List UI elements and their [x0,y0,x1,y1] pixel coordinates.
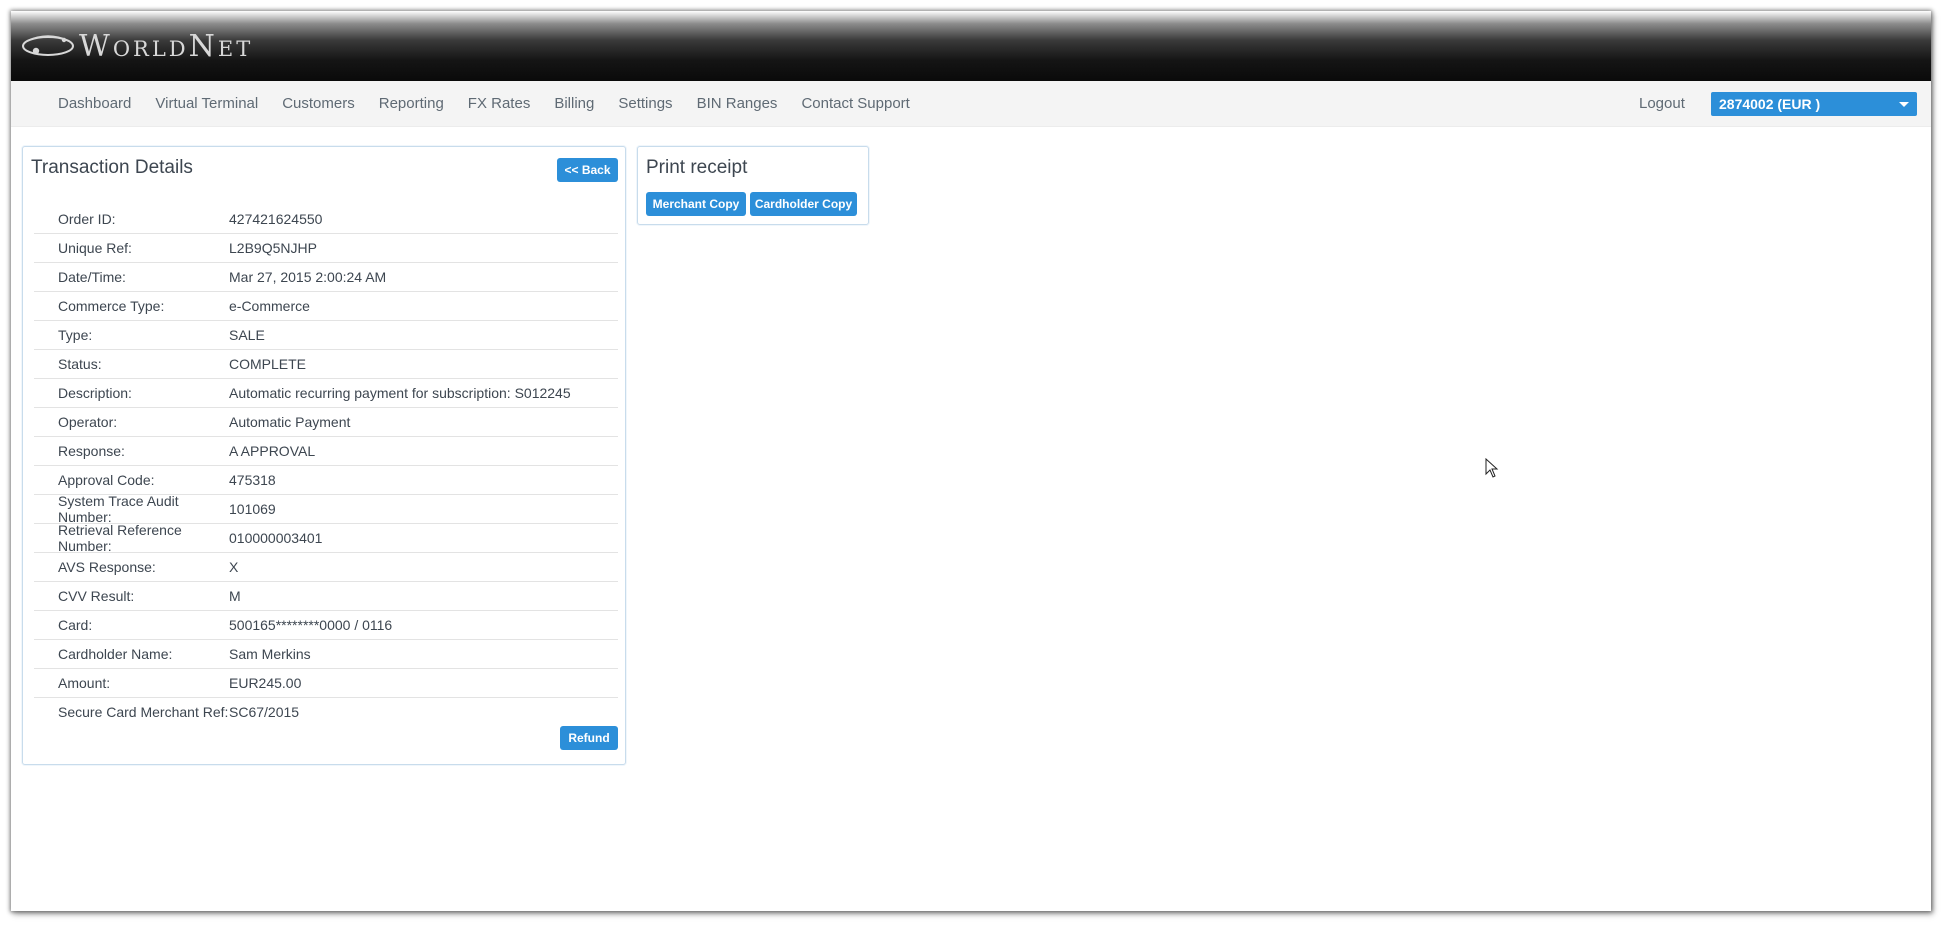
detail-value: Sam Merkins [229,646,311,662]
detail-row: Amount: EUR245.00 [34,669,618,698]
detail-label: Unique Ref: [58,240,132,256]
nav-menu: Dashboard Virtual Terminal Customers Rep… [46,81,922,126]
detail-value: SC67/2015 [229,704,300,720]
detail-label: Description: [58,385,132,401]
detail-value: M [229,588,241,604]
detail-label: Operator: [58,414,118,430]
nav-dashboard[interactable]: Dashboard [46,81,143,126]
detail-row: Cardholder Name: Sam Merkins [34,640,618,669]
detail-row: Order ID: 427421624550 [34,205,618,234]
detail-row: System Trace Audit Number: 101069 [34,493,618,525]
detail-value: A APPROVAL [229,443,316,459]
nav-settings[interactable]: Settings [606,81,684,126]
back-button[interactable]: << Back [557,158,618,182]
detail-value: 500165********0000 / 0116 [229,617,393,633]
detail-row: CVV Result: M [34,582,618,611]
detail-row: Type: SALE [34,321,618,350]
detail-label: Order ID: [58,211,116,227]
detail-value: Mar 27, 2015 2:00:24 AM [229,269,387,285]
detail-label: Card: [58,617,93,633]
logout-link[interactable]: Logout [1639,81,1685,126]
merchant-copy-button[interactable]: Merchant Copy [646,192,746,216]
detail-label: Approval Code: [58,472,155,488]
detail-value: X [229,559,239,575]
detail-row: Commerce Type: e-Commerce [34,292,618,321]
main-nav: Dashboard Virtual Terminal Customers Rep… [11,81,1931,127]
header-bar: WorldNet [11,11,1931,81]
detail-value: 475318 [229,472,276,488]
detail-value: e-Commerce [229,298,310,314]
orbit-logo-icon [22,35,74,56]
detail-label: Commerce Type: [58,298,165,314]
nav-virtual-terminal[interactable]: Virtual Terminal [143,81,270,126]
detail-row: Secure Card Merchant Ref: SC67/2015 [34,698,618,726]
nav-bin-ranges[interactable]: BIN Ranges [685,81,790,126]
detail-value: Automatic Payment [229,414,351,430]
refund-button[interactable]: Refund [560,726,618,750]
app-window: WorldNet Dashboard Virtual Terminal Cust… [11,11,1931,911]
detail-label: System Trace Audit Number: [58,493,179,525]
detail-row: Operator: Automatic Payment [34,408,618,437]
detail-label: Date/Time: [58,269,126,285]
panel-title: Transaction Details [31,157,193,178]
detail-value: EUR245.00 [229,675,302,691]
detail-value: SALE [229,327,265,343]
brand-name: WorldNet [79,28,254,64]
account-selector-value: 2874002 (EUR ) [1719,96,1821,112]
detail-row: Status: COMPLETE [34,350,618,379]
detail-value: 101069 [229,501,276,517]
detail-label: Amount: [58,675,111,691]
detail-row: Card: 500165********0000 / 0116 [34,611,618,640]
nav-contact-support[interactable]: Contact Support [789,81,921,126]
account-selector[interactable]: 2874002 (EUR ) [1711,92,1917,116]
detail-row: Description: Automatic recurring payment … [34,379,618,408]
details-table: Order ID: 427421624550 Unique Ref: L2B9Q5N… [34,205,618,726]
cardholder-copy-button[interactable]: Cardholder Copy [750,192,857,216]
detail-value: 010000003401 [229,530,323,546]
detail-row: Unique Ref: L2B9Q5NJHP [34,234,618,263]
detail-row: AVS Response: X [34,553,618,582]
detail-label: CVV Result: [58,588,135,604]
detail-label: Response: [58,443,125,459]
panel-title: Print receipt [646,157,748,178]
detail-row: Date/Time: Mar 27, 2015 2:00:24 AM [34,263,618,292]
nav-fx-rates[interactable]: FX Rates [456,81,543,126]
detail-label: Retrieval Reference Number: [58,522,182,554]
detail-value: COMPLETE [229,356,307,372]
detail-row: Approval Code: 475318 [34,466,618,495]
detail-value: 427421624550 [229,211,323,227]
nav-customers[interactable]: Customers [270,81,367,126]
detail-value: Automatic recurring payment for subscrip… [229,385,571,401]
caret-down-icon [1899,102,1909,107]
detail-label: Status: [58,356,102,372]
nav-reporting[interactable]: Reporting [367,81,456,126]
detail-label: Secure Card Merchant Ref: [58,704,229,720]
mouse-cursor-icon [1485,458,1499,478]
print-receipt-panel: Print receipt Merchant Copy Cardholder C… [637,146,869,225]
transaction-details-panel: Transaction Details << Back Order ID: 427… [22,146,626,765]
brand-logo[interactable]: WorldNet [21,28,254,64]
detail-value: L2B9Q5NJHP [229,240,317,256]
detail-label: Cardholder Name: [58,646,173,662]
detail-row: Response: A APPROVAL [34,437,618,466]
detail-row: Retrieval Reference Number: 010000003401 [34,522,618,554]
detail-label: AVS Response: [58,559,156,575]
nav-billing[interactable]: Billing [542,81,606,126]
detail-label: Type: [58,327,93,343]
